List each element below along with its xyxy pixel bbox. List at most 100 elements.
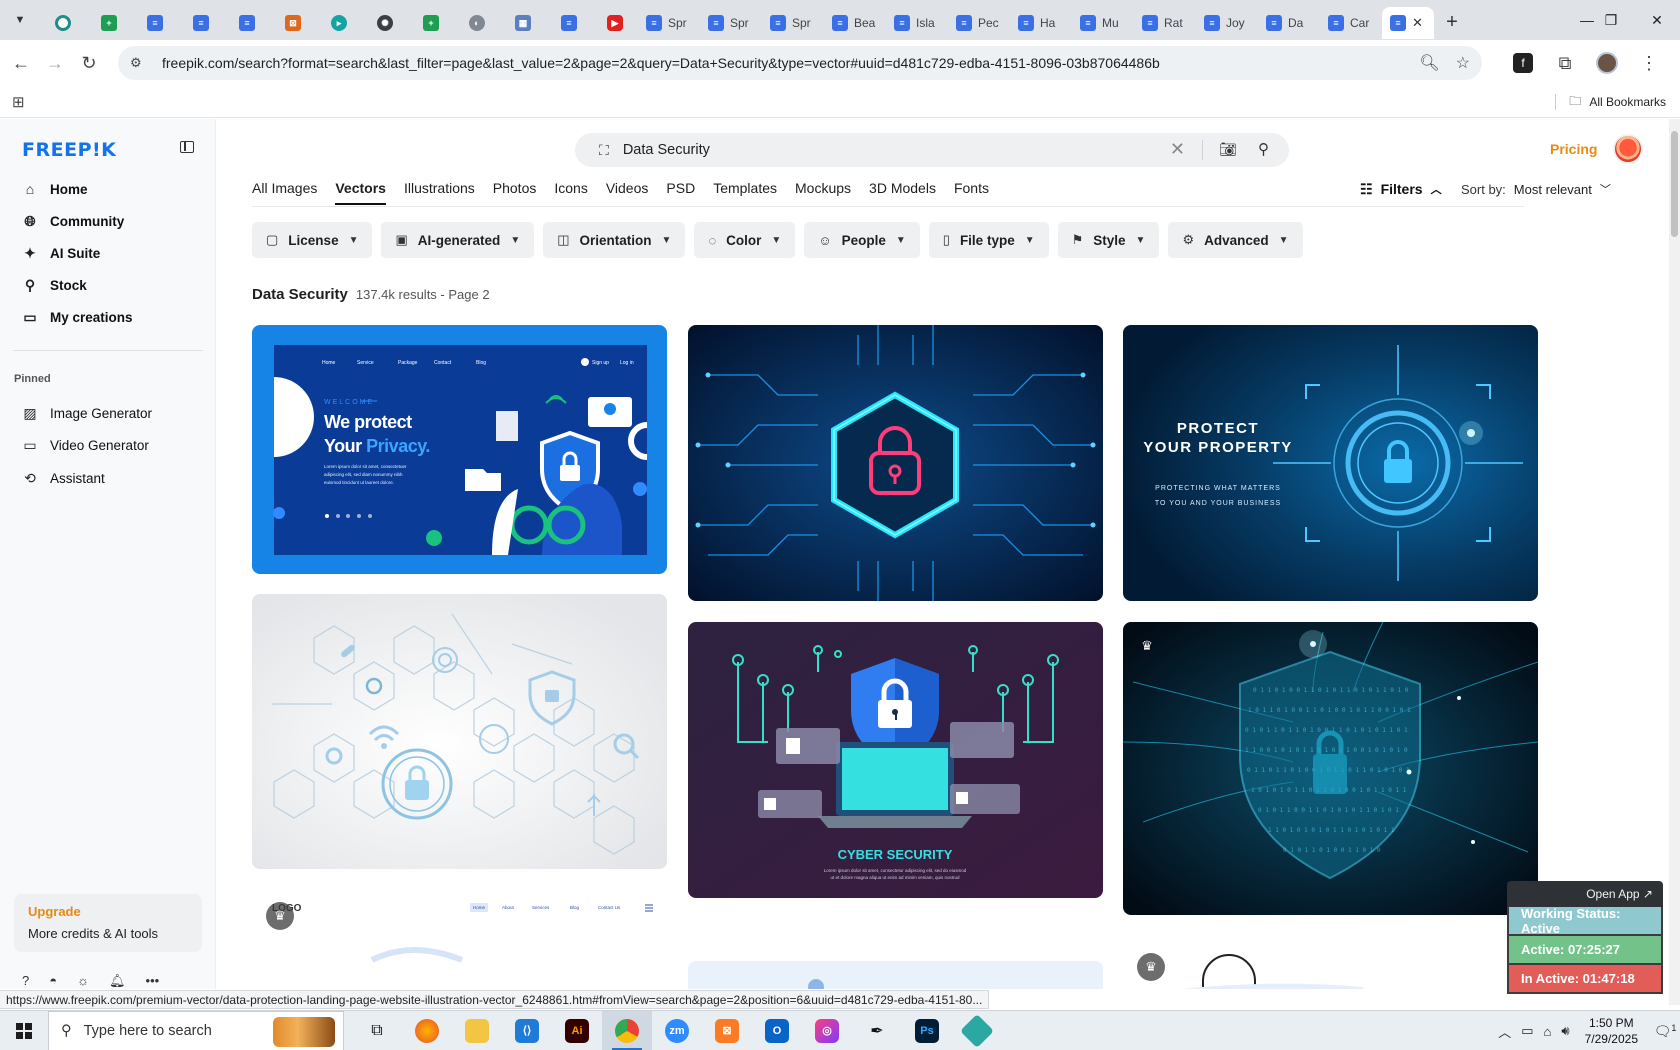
result-card[interactable] [252,594,667,869]
forward-button[interactable]: → [38,46,72,80]
result-card[interactable]: Home Service Package Contact Blog Sign u… [252,325,667,574]
clear-icon[interactable]: ✕ [1170,139,1185,160]
result-card[interactable]: ♛ [1123,941,1538,989]
search-icon[interactable]: ⚲ [1258,140,1269,158]
site-settings-icon[interactable]: ⚙ [130,55,148,71]
close-icon[interactable]: ✕ [1412,15,1423,31]
notification-center-button[interactable]: 🗨︎ 1 [1650,1023,1680,1040]
zoom-icon[interactable]: 🔍︎ [1419,53,1439,73]
battery-icon[interactable]: ▭ [1521,1023,1533,1039]
browser-tab[interactable]: ≡ Joy [1196,7,1258,39]
browser-tab[interactable]: ≡ [224,7,270,39]
taskbar-app-vscode[interactable]: ⟨⟩ [502,1011,552,1050]
sidebar-item-image-generator[interactable]: ▨ Image Generator [0,397,216,430]
browser-tab[interactable]: ≡ [132,7,178,39]
help-icon[interactable]: ? [22,973,29,989]
people-filter-button[interactable]: ☺ People ▼ [804,222,920,258]
browser-tab[interactable]: ≡ Isla [886,7,948,39]
back-button[interactable]: ← [4,46,38,80]
browser-tab[interactable]: ≡ Bea [824,7,886,39]
browser-tab[interactable]: ≡ [178,7,224,39]
scan-icon[interactable]: ⛶ [599,142,609,159]
freepik-logo[interactable]: FREEP!K [22,139,116,161]
close-window-button[interactable]: ✕ [1634,0,1680,40]
tab-illustrations[interactable]: Illustrations [404,173,475,203]
browser-tab[interactable]: + [408,7,454,39]
network-icon[interactable]: ⌂ [1544,1024,1552,1039]
all-bookmarks-button[interactable]: 🗀 All Bookmarks [1569,86,1666,118]
search-bar[interactable]: ⛶ Data Security ✕ 📷︎ ⚲ [575,133,1289,167]
tab-mockups[interactable]: Mockups [795,173,851,203]
browser-tab[interactable]: ▸ [316,7,362,39]
browser-tab[interactable]: ≡ Rat [1134,7,1196,39]
tab-icons[interactable]: Icons [554,173,587,203]
sidebar-item-community[interactable]: 🌐︎ Community [0,205,216,237]
browser-tab[interactable]: ⊠ [270,7,316,39]
sidebar-item-video-generator[interactable]: ▭ Video Generator [0,430,216,463]
advanced-filter-button[interactable]: ⚙ Advanced ▼ [1168,222,1303,258]
url-text[interactable]: freepik.com/search?format=search&last_fi… [162,55,1160,71]
bell-icon[interactable]: 🔔︎ [109,973,126,989]
filters-toggle-button[interactable]: ☷ Filters ︿ [1360,175,1442,203]
browser-tab[interactable]: ≡ Spr [700,7,762,39]
tab-videos[interactable]: Videos [606,173,649,203]
file-type-filter-button[interactable]: ▯ File type ▼ [928,222,1049,258]
browser-tab[interactable]: ≡ Spr [638,7,700,39]
extension-button[interactable]: f [1506,46,1540,80]
sidebar-item-my-creations[interactable]: ▭ My creations [0,301,216,333]
color-filter-button[interactable]: ◌ Color ▼ [694,222,796,258]
taskbar-search[interactable]: ⚲ Type here to search [48,1010,344,1050]
avatar[interactable] [1613,134,1643,164]
taskbar-app-outlook[interactable]: O [752,1011,802,1050]
start-button[interactable] [0,1011,48,1050]
sidebar-item-home[interactable]: ⌂ Home [0,173,216,205]
browser-tab-active[interactable]: ≡ ✕ [1382,7,1434,39]
browser-tab[interactable] [40,7,86,39]
reload-button[interactable]: ↻ [72,46,106,80]
profile-button[interactable] [1590,46,1624,80]
taskbar-app-photoshop[interactable]: Ps [902,1011,952,1050]
taskbar-app-chrome[interactable] [602,1010,652,1050]
result-card[interactable] [688,961,1103,989]
taskbar-search-input[interactable]: Type here to search [84,1023,212,1039]
pricing-link[interactable]: Pricing [1550,141,1597,157]
tab-psd[interactable]: PSD [666,173,695,203]
tab-vectors[interactable]: Vectors [335,173,386,205]
upgrade-card[interactable]: Upgrade More credits & AI tools [14,894,202,952]
bookmark-star-icon[interactable]: ☆ [1456,53,1470,73]
browser-tab[interactable]: ≡ Pec [948,7,1010,39]
address-bar[interactable]: ⚙ freepik.com/search?format=search&last_… [118,46,1482,80]
tab-templates[interactable]: Templates [713,173,777,203]
tab-3d-models[interactable]: 3D Models [869,173,936,203]
browser-tab[interactable]: ≡ Car [1320,7,1382,39]
result-card[interactable]: PROTECT YOUR PROPERTY PROTECTING WHAT MA… [1123,325,1538,601]
taskbar-app-vpn[interactable] [952,1011,1002,1050]
menu-button[interactable]: ⋮ [1632,46,1666,80]
restore-button[interactable]: ❐ [1588,0,1634,40]
sidebar-item-assistant[interactable]: ⟲ Assistant [0,462,216,495]
license-filter-button[interactable]: ▢ License ▼ [252,222,373,258]
more-icon[interactable]: ••• [146,973,160,989]
discord-icon[interactable]: ◓ [49,973,57,989]
tab-all-images[interactable]: All Images [252,173,317,203]
taskbar-app-firefox[interactable] [402,1011,452,1050]
browser-tab[interactable]: ◐ [454,7,500,39]
sidebar-item-stock[interactable]: ⚲ Stock [0,269,216,301]
task-view-button[interactable]: ⧉ [352,1011,402,1050]
search-input[interactable]: Data Security [623,142,710,158]
taskbar-app-xampp[interactable]: ⊠ [702,1011,752,1050]
scrollbar-thumb[interactable] [1671,131,1678,237]
ai-generated-filter-button[interactable]: ▣ AI-generated ▼ [381,222,535,258]
sort-select[interactable]: Sort by: Most relevant ﹀ [1461,175,1611,203]
system-clock[interactable]: 1:50 PM 7/29/2025 [1585,1015,1638,1047]
tab-photos[interactable]: Photos [493,173,537,203]
browser-tab[interactable]: ≡ Mu [1072,7,1134,39]
browser-tab[interactable]: ≡ Ha [1010,7,1072,39]
tab-fonts[interactable]: Fonts [954,173,989,203]
taskbar-app-zoom[interactable]: zm [652,1011,702,1050]
browser-tab[interactable]: ▦ [500,7,546,39]
chevron-up-icon[interactable]: ︿ [1498,1022,1511,1041]
browser-tab[interactable]: ▶ [592,7,638,39]
browser-tab[interactable]: ≡ [546,7,592,39]
tab-search-dropdown[interactable]: ▼ [8,8,32,32]
